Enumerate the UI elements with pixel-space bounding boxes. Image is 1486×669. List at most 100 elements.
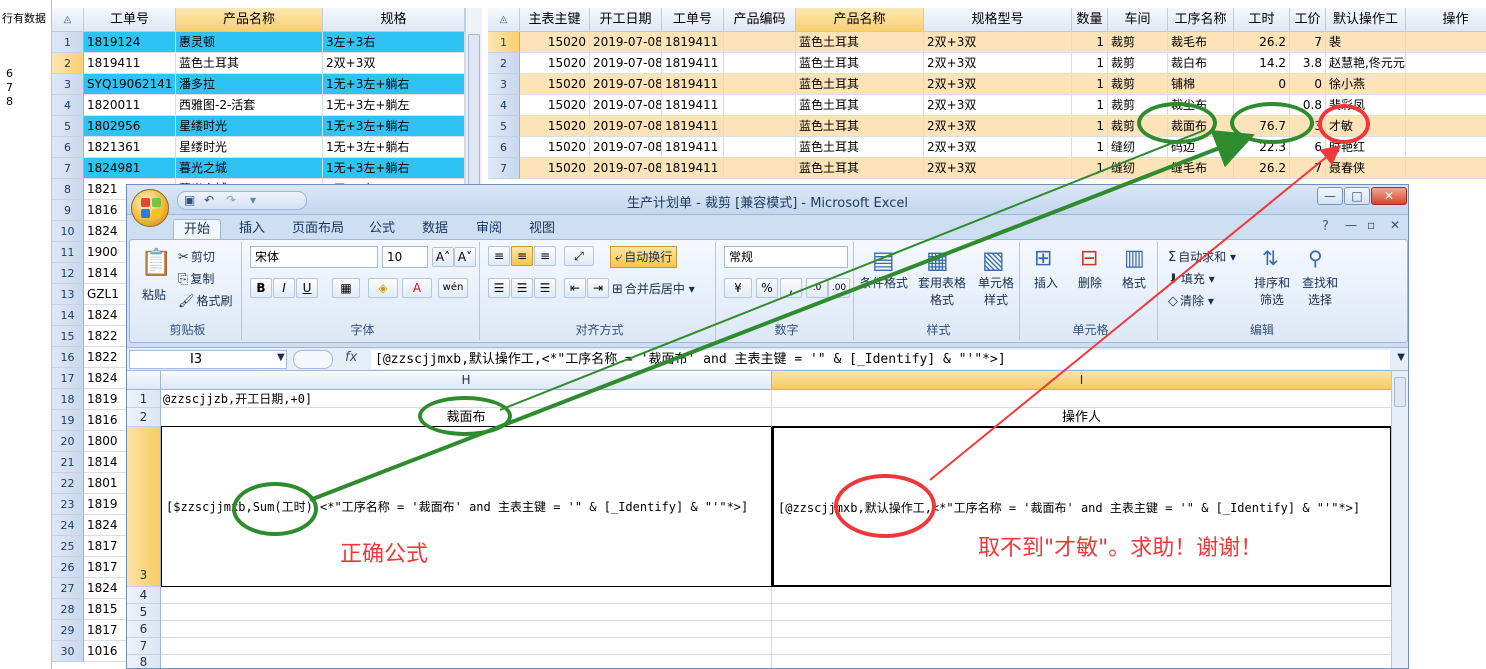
conditional-format-icon[interactable]: ▤ bbox=[872, 246, 895, 274]
row-header-3[interactable]: 3 bbox=[127, 427, 161, 587]
row-number[interactable]: 12 bbox=[52, 263, 84, 284]
insert-cells-icon[interactable]: ⊞ bbox=[1034, 246, 1052, 271]
grid1-cell[interactable]: 1无+3左+躺右 bbox=[323, 116, 465, 137]
help-icon[interactable]: ? bbox=[1322, 219, 1329, 234]
grid2-cell[interactable]: 裁尘布 bbox=[1168, 95, 1234, 116]
grid2-cell[interactable]: 2双+3双 bbox=[924, 95, 1072, 116]
grid1-cell[interactable]: 1824981 bbox=[84, 158, 176, 179]
grid2-cell[interactable]: 缝毛布 bbox=[1168, 158, 1234, 179]
grid2-cell[interactable]: 1819411 bbox=[662, 53, 724, 74]
grid2-cell[interactable]: 2019-07-08 bbox=[590, 32, 662, 53]
worksheet-scroll-thumb[interactable] bbox=[1394, 377, 1406, 407]
sort-filter-button[interactable]: 排序和筛选 bbox=[1250, 274, 1294, 308]
phonetic-icon[interactable]: wén bbox=[438, 278, 468, 298]
grid2-cell[interactable]: 1 bbox=[1072, 116, 1108, 137]
align-left-icon[interactable]: ☰ bbox=[488, 278, 510, 298]
maximize-icon[interactable]: □ bbox=[1344, 187, 1370, 205]
grid1-cell[interactable]: 1821361 bbox=[84, 137, 176, 158]
percent-icon[interactable]: % bbox=[756, 278, 778, 298]
grid2-column-header[interactable]: 工时 bbox=[1234, 8, 1290, 32]
tab-review[interactable]: 审阅 bbox=[466, 219, 512, 239]
grid2-cell[interactable]: 2019-07-08 bbox=[590, 137, 662, 158]
grid2-cell[interactable]: 时艳红 bbox=[1326, 137, 1406, 158]
align-middle-icon[interactable]: ≡ bbox=[511, 246, 533, 266]
row-header[interactable]: 7 bbox=[127, 638, 161, 655]
decrease-indent-icon[interactable]: ⇤ bbox=[564, 278, 586, 298]
font-color-icon[interactable]: A bbox=[402, 278, 432, 298]
cell-i3-selected[interactable]: [@zzscjjmxb,默认操作工,<*"工序名称 = '裁面布' and 主表… bbox=[772, 427, 1392, 587]
worksheet[interactable]: H I 1 2 3 4 5 6 7 8 @zzscjjzb,开工日期,+0] 裁… bbox=[127, 371, 1392, 668]
sort-filter-icon[interactable]: ⇅ bbox=[1262, 246, 1279, 270]
grid2-cell[interactable]: 15020 bbox=[520, 137, 590, 158]
grid2-cell[interactable]: 1 bbox=[1072, 53, 1108, 74]
row-number[interactable]: 18 bbox=[52, 389, 84, 410]
grid2-cell[interactable]: 22.3 bbox=[1234, 137, 1290, 158]
grid2-cell[interactable]: 赵慧艳,佟元元 bbox=[1326, 53, 1406, 74]
column-header-spec[interactable]: 规格 bbox=[323, 8, 465, 32]
row-number[interactable]: 25 bbox=[52, 536, 84, 557]
row-number[interactable]: 16 bbox=[52, 347, 84, 368]
row-number[interactable]: 7 bbox=[52, 158, 84, 179]
grid2-cell[interactable]: 蓝色土耳其 bbox=[796, 116, 924, 137]
comma-icon[interactable]: , bbox=[780, 278, 802, 298]
ribbon-close-icon[interactable]: ✕ bbox=[1390, 218, 1400, 232]
cut-button[interactable]: ✂ 剪切 bbox=[178, 248, 215, 265]
grid2-cell[interactable]: 76.7 bbox=[1234, 116, 1290, 137]
grid1-cell[interactable]: 1820011 bbox=[84, 95, 176, 116]
row-number[interactable]: 26 bbox=[52, 557, 84, 578]
grid2-cell[interactable]: 1 bbox=[1072, 74, 1108, 95]
font-grow-icon[interactable]: A˄ bbox=[432, 247, 454, 267]
grid2-cell[interactable]: 2019-07-08 bbox=[590, 95, 662, 116]
process-detail-grid[interactable]: ◬ 主表主键 开工日期 工单号 产品编码 产品名称 规格型号 数量 车间 工序名称 工时 工价 默认操… bbox=[488, 8, 1486, 188]
grid2-column-header[interactable]: 产品名称 bbox=[796, 8, 924, 32]
grid1-cell[interactable]: 3左+3右 bbox=[323, 32, 465, 53]
ribbon-restore-icon[interactable]: ▫ bbox=[1367, 218, 1375, 232]
grid2-cell[interactable]: 14.2 bbox=[1234, 53, 1290, 74]
cell-h1[interactable]: @zzscjjzb,开工日期,+0] bbox=[161, 390, 772, 408]
row-number[interactable]: 21 bbox=[52, 452, 84, 473]
grid2-cell[interactable]: 15020 bbox=[520, 32, 590, 53]
font-size-select[interactable]: 10 bbox=[382, 246, 428, 268]
row-number[interactable]: 15 bbox=[52, 326, 84, 347]
column-header-i[interactable]: I bbox=[772, 371, 1392, 390]
grid2-cell[interactable]: 7 bbox=[1290, 32, 1326, 53]
grid2-cell[interactable]: 铺棉 bbox=[1168, 74, 1234, 95]
grid1-cell[interactable]: 1无+3左+躺左 bbox=[323, 95, 465, 116]
row-number[interactable]: 1 bbox=[52, 32, 84, 53]
grid1-cell[interactable]: 惠灵顿 bbox=[176, 32, 323, 53]
column-header-work-order[interactable]: 工单号 bbox=[84, 8, 176, 32]
name-box[interactable]: I3 bbox=[129, 350, 287, 369]
grid2-cell[interactable]: 26.2 bbox=[1234, 32, 1290, 53]
grid2-column-header[interactable]: 工单号 bbox=[662, 8, 724, 32]
row-number[interactable]: 19 bbox=[52, 410, 84, 431]
grid2-cell[interactable]: 蓝色土耳其 bbox=[796, 32, 924, 53]
select-all-corner[interactable] bbox=[127, 371, 161, 390]
grid1-cell[interactable]: 2双+3双 bbox=[323, 53, 465, 74]
grid2-column-header[interactable]: 工序名称 bbox=[1168, 8, 1234, 32]
paste-button[interactable]: 粘贴 bbox=[142, 286, 166, 303]
bold-icon[interactable]: B bbox=[250, 278, 272, 298]
row-number[interactable]: 3 bbox=[52, 74, 84, 95]
grid2-cell[interactable]: 蓝色土耳其 bbox=[796, 74, 924, 95]
fill-color-icon[interactable]: ◈ bbox=[368, 278, 398, 298]
formula-bar-toggle[interactable] bbox=[293, 350, 333, 369]
grid2-cell[interactable]: 6 bbox=[1290, 137, 1326, 158]
grid2-cell[interactable]: 2双+3双 bbox=[924, 53, 1072, 74]
row-number[interactable]: 23 bbox=[52, 494, 84, 515]
increase-indent-icon[interactable]: ⇥ bbox=[587, 278, 609, 298]
row-number[interactable]: 6 bbox=[52, 137, 84, 158]
office-button[interactable] bbox=[131, 189, 169, 227]
fx-icon[interactable]: fx bbox=[345, 350, 357, 365]
paste-icon[interactable]: 📋 bbox=[140, 248, 172, 278]
grid2-cell[interactable]: 1819411 bbox=[662, 116, 724, 137]
border-icon[interactable]: ▦ bbox=[332, 278, 360, 298]
grid2-cell[interactable] bbox=[1406, 95, 1486, 116]
close-icon[interactable]: ✕ bbox=[1371, 187, 1407, 205]
grid2-cell[interactable]: 1 bbox=[1072, 32, 1108, 53]
row-number[interactable]: 28 bbox=[52, 599, 84, 620]
grid2-cell[interactable]: 缝纫 bbox=[1108, 158, 1168, 179]
row-number[interactable]: 14 bbox=[52, 305, 84, 326]
grid2-cell[interactable] bbox=[724, 32, 796, 53]
row-number[interactable]: 2 bbox=[52, 53, 84, 74]
cell-i1[interactable] bbox=[772, 390, 1392, 408]
